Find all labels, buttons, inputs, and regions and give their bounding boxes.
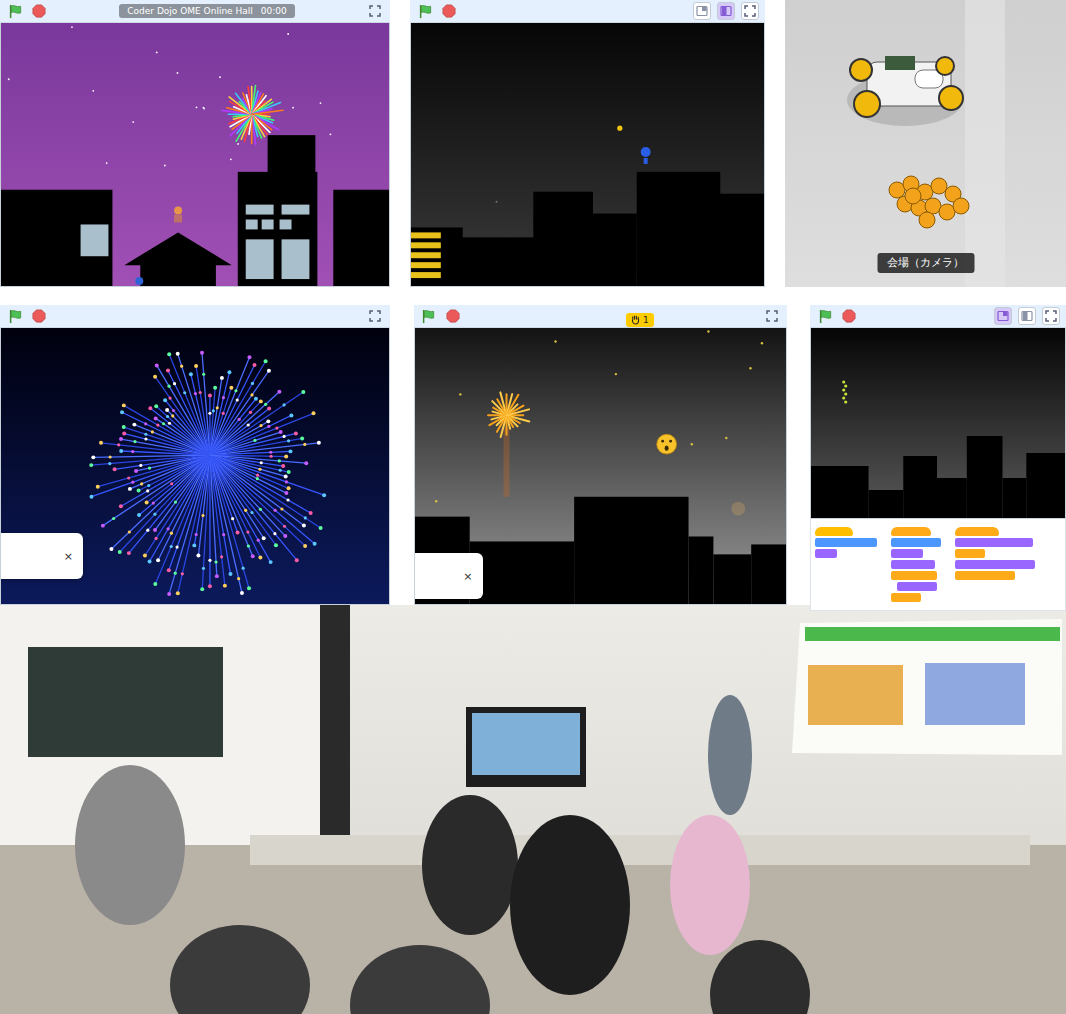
venue-photo (785, 0, 1066, 287)
raised-hand-icon (631, 315, 640, 325)
stop-icon (842, 309, 856, 323)
fullscreen-button[interactable] (763, 307, 781, 325)
meeting-time: 00:00 (261, 5, 287, 17)
green-flag-button[interactable] (420, 307, 438, 325)
faint-face-icon (731, 502, 745, 516)
raised-hand-badge: 1 (626, 313, 654, 327)
sprite-icon (174, 207, 182, 223)
popup: × (415, 553, 483, 599)
stage-canvas[interactable] (811, 328, 1065, 518)
firework-icon (222, 85, 283, 144)
stage-toolbar (414, 305, 787, 328)
stage-size-button[interactable] (717, 2, 735, 20)
green-flag-button[interactable] (6, 2, 24, 20)
stage: × (414, 328, 787, 605)
stage-size-button[interactable] (1018, 307, 1036, 325)
stage-size-button[interactable] (693, 2, 711, 20)
script[interactable] (815, 527, 877, 602)
robot-car-icon (847, 56, 963, 126)
large-stage-icon (1021, 310, 1033, 322)
large-stage-icon (720, 5, 732, 17)
green-flag-icon (421, 309, 436, 324)
green-flag-button[interactable] (816, 307, 834, 325)
fullscreen-button[interactable] (1042, 307, 1060, 325)
stage-canvas[interactable] (411, 23, 764, 286)
stage-toolbar: Coder Dojo OME Online Hall00:00 (0, 0, 390, 23)
fullscreen-icon (369, 310, 381, 322)
code-area[interactable] (810, 519, 1066, 611)
firework-icon (89, 351, 326, 596)
stop-icon (446, 309, 460, 323)
stop-icon (32, 309, 46, 323)
camera-panel: 会場（カメラ） (785, 0, 1066, 287)
meeting-title: Coder Dojo OME Online Hall00:00 (119, 4, 294, 18)
middle-row: ×1× (0, 305, 1066, 605)
green-flag-icon (818, 309, 833, 324)
popup: × (1, 533, 83, 579)
camera-caption: 会場（カメラ） (877, 253, 974, 273)
skyline-icon (1, 135, 389, 286)
sprite-icon (641, 147, 651, 164)
stage (810, 328, 1066, 519)
skyline-icon (411, 172, 764, 286)
stage-canvas[interactable] (1, 23, 389, 286)
stop-icon (442, 4, 456, 18)
skyline-icon (415, 497, 786, 604)
stop-icon (32, 4, 46, 18)
close-button[interactable]: × (64, 550, 73, 563)
fullscreen-button[interactable] (741, 2, 759, 20)
stop-button[interactable] (30, 2, 48, 20)
small-stage-icon (696, 5, 708, 17)
stop-button[interactable] (444, 307, 462, 325)
stage-panel (410, 0, 765, 287)
stage (0, 23, 390, 287)
fullscreen-button[interactable] (366, 2, 384, 20)
green-flag-icon (8, 309, 23, 324)
firework-icon (488, 392, 529, 437)
stage-panel: Coder Dojo OME Online Hall00:00 (0, 0, 390, 287)
stage-toolbar (810, 305, 1066, 328)
stage-panel: 1× (414, 305, 787, 605)
script[interactable] (955, 527, 1035, 602)
fullscreen-icon (1045, 310, 1057, 322)
green-flag-button[interactable] (6, 307, 24, 325)
stop-button[interactable] (840, 307, 858, 325)
stage-panel: × (0, 305, 390, 605)
script[interactable] (891, 527, 941, 602)
surprised-face-icon (656, 434, 676, 454)
small-stage-icon (997, 310, 1009, 322)
workshop-photo (0, 605, 1066, 1014)
fullscreen-button[interactable] (366, 307, 384, 325)
stage: × (0, 328, 390, 605)
stop-button[interactable] (440, 2, 458, 20)
cookie-pile-icon (889, 176, 969, 228)
fullscreen-icon (766, 310, 778, 322)
collage: Coder Dojo OME Online Hall00:00会場（カメラ）×1… (0, 0, 1066, 1014)
top-row: Coder Dojo OME Online Hall00:00 会場（カメラ） (0, 0, 1066, 287)
fullscreen-icon (744, 5, 756, 17)
close-button[interactable]: × (463, 570, 472, 583)
stage-toolbar (0, 305, 390, 328)
stage-toolbar (410, 0, 765, 23)
fullscreen-icon (369, 5, 381, 17)
sparks-icon (842, 380, 847, 403)
stop-button[interactable] (30, 307, 48, 325)
stage-panel (810, 305, 1066, 605)
green-flag-button[interactable] (416, 2, 434, 20)
skyline-icon (811, 436, 1065, 518)
green-flag-icon (8, 4, 23, 19)
camera-photo: 会場（カメラ） (785, 0, 1066, 287)
stars-icon (434, 330, 762, 522)
stage (410, 23, 765, 287)
green-flag-icon (418, 4, 433, 19)
stage-size-button[interactable] (994, 307, 1012, 325)
